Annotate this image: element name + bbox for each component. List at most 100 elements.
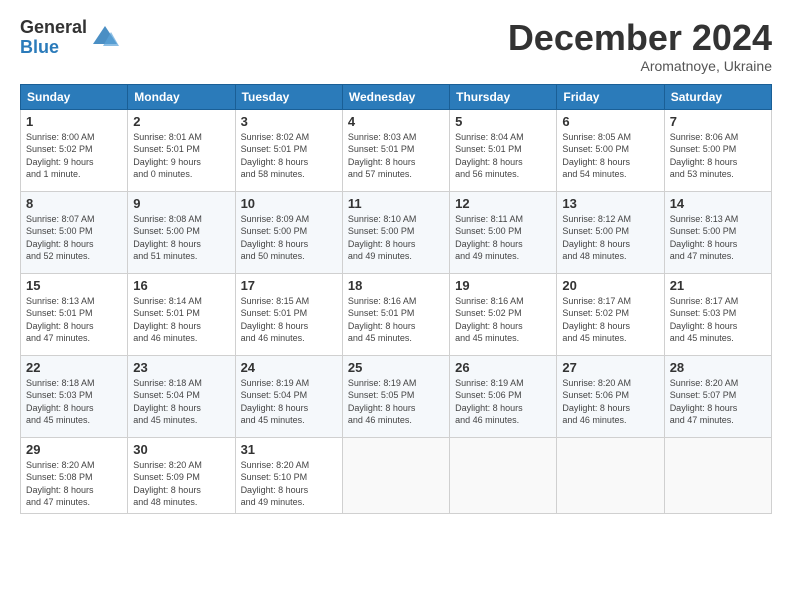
table-row: 10 Sunrise: 8:09 AM Sunset: 5:00 PM Dayli… [235,191,342,273]
table-row: 22 Sunrise: 8:18 AM Sunset: 5:03 PM Dayli… [21,355,128,437]
day-number: 13 [562,196,658,211]
table-row: 4 Sunrise: 8:03 AM Sunset: 5:01 PM Daylig… [342,109,449,191]
day-number: 19 [455,278,551,293]
logo-general-text: General [20,18,87,38]
day-number: 9 [133,196,229,211]
col-thursday: Thursday [450,84,557,109]
day-info: Sunrise: 8:15 AM Sunset: 5:01 PM Dayligh… [241,295,337,345]
logo-blue-text: Blue [20,38,87,58]
table-row [664,437,771,513]
day-info: Sunrise: 8:19 AM Sunset: 5:05 PM Dayligh… [348,377,444,427]
table-row: 1 Sunrise: 8:00 AM Sunset: 5:02 PM Daylig… [21,109,128,191]
table-row: 19 Sunrise: 8:16 AM Sunset: 5:02 PM Dayli… [450,273,557,355]
table-row [450,437,557,513]
day-info: Sunrise: 8:20 AM Sunset: 5:06 PM Dayligh… [562,377,658,427]
day-number: 4 [348,114,444,129]
table-row: 29 Sunrise: 8:20 AM Sunset: 5:08 PM Dayli… [21,437,128,513]
day-info: Sunrise: 8:09 AM Sunset: 5:00 PM Dayligh… [241,213,337,263]
day-info: Sunrise: 8:19 AM Sunset: 5:06 PM Dayligh… [455,377,551,427]
table-row: 9 Sunrise: 8:08 AM Sunset: 5:00 PM Daylig… [128,191,235,273]
day-info: Sunrise: 8:14 AM Sunset: 5:01 PM Dayligh… [133,295,229,345]
day-info: Sunrise: 8:12 AM Sunset: 5:00 PM Dayligh… [562,213,658,263]
day-number: 23 [133,360,229,375]
day-info: Sunrise: 8:16 AM Sunset: 5:02 PM Dayligh… [455,295,551,345]
table-row: 23 Sunrise: 8:18 AM Sunset: 5:04 PM Dayli… [128,355,235,437]
calendar-page: General Blue December 2024 Aromatnoye, U… [0,0,792,524]
table-row: 16 Sunrise: 8:14 AM Sunset: 5:01 PM Dayli… [128,273,235,355]
table-row: 8Sunrise: 8:07 AM Sunset: 5:00 PM Daylig… [21,191,128,273]
table-row: 14Sunrise: 8:13 AM Sunset: 5:00 PM Dayli… [664,191,771,273]
day-number: 21 [670,278,766,293]
day-number: 11 [348,196,444,211]
day-info: Sunrise: 8:16 AM Sunset: 5:01 PM Dayligh… [348,295,444,345]
day-info: Sunrise: 8:18 AM Sunset: 5:04 PM Dayligh… [133,377,229,427]
day-number: 16 [133,278,229,293]
day-number: 7 [670,114,766,129]
day-number: 3 [241,114,337,129]
day-info: Sunrise: 8:20 AM Sunset: 5:07 PM Dayligh… [670,377,766,427]
table-row: 11 Sunrise: 8:10 AM Sunset: 5:00 PM Dayli… [342,191,449,273]
day-info: Sunrise: 8:01 AM Sunset: 5:01 PM Dayligh… [133,131,229,181]
table-row: 6 Sunrise: 8:05 AM Sunset: 5:00 PM Daylig… [557,109,664,191]
col-sunday: Sunday [21,84,128,109]
table-row: 26Sunrise: 8:19 AM Sunset: 5:06 PM Dayli… [450,355,557,437]
day-number: 2 [133,114,229,129]
table-row: 28 Sunrise: 8:20 AM Sunset: 5:07 PM Dayli… [664,355,771,437]
day-number: 27 [562,360,658,375]
day-number: 29 [26,442,122,457]
day-number: 1 [26,114,122,129]
table-row: 27 Sunrise: 8:20 AM Sunset: 5:06 PM Dayli… [557,355,664,437]
table-row: 17Sunrise: 8:15 AM Sunset: 5:01 PM Dayli… [235,273,342,355]
table-row: 18 Sunrise: 8:16 AM Sunset: 5:01 PM Dayli… [342,273,449,355]
day-info: Sunrise: 8:20 AM Sunset: 5:09 PM Dayligh… [133,459,229,509]
table-row: 3 Sunrise: 8:02 AM Sunset: 5:01 PM Daylig… [235,109,342,191]
table-row: 13 Sunrise: 8:12 AM Sunset: 5:00 PM Dayli… [557,191,664,273]
location-subtitle: Aromatnoye, Ukraine [508,58,772,74]
day-info: Sunrise: 8:07 AM Sunset: 5:00 PM Dayligh… [26,213,122,263]
day-info: Sunrise: 8:02 AM Sunset: 5:01 PM Dayligh… [241,131,337,181]
table-row: 25 Sunrise: 8:19 AM Sunset: 5:05 PM Dayli… [342,355,449,437]
day-info: Sunrise: 8:10 AM Sunset: 5:00 PM Dayligh… [348,213,444,263]
day-info: Sunrise: 8:13 AM Sunset: 5:00 PM Dayligh… [670,213,766,263]
day-number: 10 [241,196,337,211]
day-info: Sunrise: 8:04 AM Sunset: 5:01 PM Dayligh… [455,131,551,181]
day-number: 15 [26,278,122,293]
table-row [342,437,449,513]
day-number: 6 [562,114,658,129]
calendar-header-row: Sunday Monday Tuesday Wednesday Thursday… [21,84,772,109]
day-info: Sunrise: 8:08 AM Sunset: 5:00 PM Dayligh… [133,213,229,263]
table-row: 21 Sunrise: 8:17 AM Sunset: 5:03 PM Dayli… [664,273,771,355]
day-info: Sunrise: 8:03 AM Sunset: 5:01 PM Dayligh… [348,131,444,181]
col-friday: Friday [557,84,664,109]
col-wednesday: Wednesday [342,84,449,109]
day-info: Sunrise: 8:05 AM Sunset: 5:00 PM Dayligh… [562,131,658,181]
page-header: General Blue December 2024 Aromatnoye, U… [20,18,772,74]
table-row: 24 Sunrise: 8:19 AM Sunset: 5:04 PM Dayli… [235,355,342,437]
table-row: 31Sunrise: 8:20 AM Sunset: 5:10 PM Dayli… [235,437,342,513]
day-number: 18 [348,278,444,293]
day-number: 5 [455,114,551,129]
day-number: 20 [562,278,658,293]
day-info: Sunrise: 8:17 AM Sunset: 5:02 PM Dayligh… [562,295,658,345]
table-row: 5 Sunrise: 8:04 AM Sunset: 5:01 PM Daylig… [450,109,557,191]
table-row [557,437,664,513]
col-monday: Monday [128,84,235,109]
col-tuesday: Tuesday [235,84,342,109]
table-row: 15Sunrise: 8:13 AM Sunset: 5:01 PM Dayli… [21,273,128,355]
day-number: 24 [241,360,337,375]
day-info: Sunrise: 8:17 AM Sunset: 5:03 PM Dayligh… [670,295,766,345]
table-row: 20 Sunrise: 8:17 AM Sunset: 5:02 PM Dayli… [557,273,664,355]
day-info: Sunrise: 8:19 AM Sunset: 5:04 PM Dayligh… [241,377,337,427]
table-row: 7 Sunrise: 8:06 AM Sunset: 5:00 PM Daylig… [664,109,771,191]
logo-text: General Blue [20,18,87,58]
day-number: 22 [26,360,122,375]
day-info: Sunrise: 8:20 AM Sunset: 5:10 PM Dayligh… [241,459,337,509]
day-info: Sunrise: 8:18 AM Sunset: 5:03 PM Dayligh… [26,377,122,427]
day-info: Sunrise: 8:20 AM Sunset: 5:08 PM Dayligh… [26,459,122,509]
day-number: 28 [670,360,766,375]
day-info: Sunrise: 8:00 AM Sunset: 5:02 PM Dayligh… [26,131,122,181]
day-number: 25 [348,360,444,375]
day-info: Sunrise: 8:11 AM Sunset: 5:00 PM Dayligh… [455,213,551,263]
month-title: December 2024 [508,18,772,58]
day-info: Sunrise: 8:06 AM Sunset: 5:00 PM Dayligh… [670,131,766,181]
